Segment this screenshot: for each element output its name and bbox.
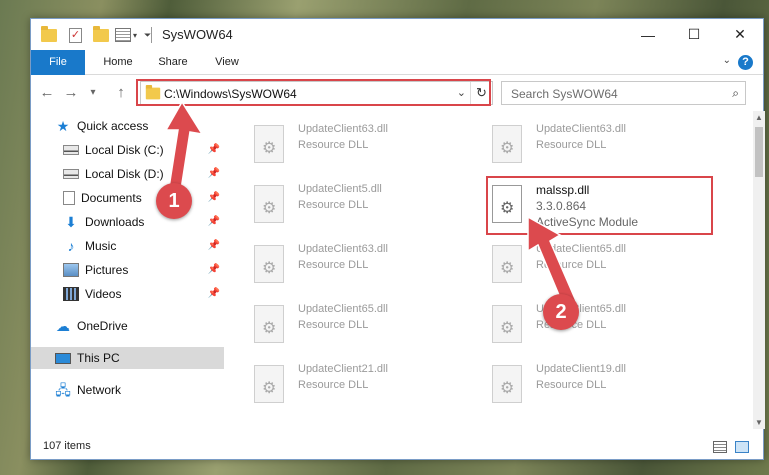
- pictures-icon: [63, 263, 79, 277]
- quick-access-dropdown-icon[interactable]: ▾: [133, 25, 137, 45]
- pin-icon[interactable]: 📌: [208, 216, 220, 227]
- sidebar-item-videos[interactable]: Videos 📌: [31, 283, 224, 305]
- pin-icon[interactable]: 📌: [208, 240, 220, 251]
- network-icon: 🖧: [55, 382, 71, 398]
- scroll-down-icon[interactable]: ▼: [753, 418, 765, 427]
- expand-ribbon-icon[interactable]: ⌄: [723, 55, 731, 66]
- details-view-icon[interactable]: [713, 441, 727, 453]
- sidebar-item-label: Downloads: [85, 215, 145, 229]
- file-name: UpdateClient63.dll: [298, 243, 388, 255]
- file-name: UpdateClient19.dll: [536, 363, 626, 375]
- forward-button[interactable]: →: [61, 82, 81, 104]
- sidebar-item-onedrive[interactable]: ☁ OneDrive: [31, 315, 224, 337]
- folder-icon: [41, 25, 57, 45]
- disk-icon: [63, 169, 79, 179]
- close-button[interactable]: ✕: [717, 19, 763, 50]
- documents-icon: [63, 191, 75, 205]
- download-icon: ⬇: [65, 214, 77, 230]
- sidebar-item-label: Music: [85, 239, 117, 253]
- dll-file-icon: ⚙: [492, 365, 522, 403]
- file-item[interactable]: ⚙ UpdateClient5.dll Resource DLL: [224, 179, 454, 235]
- recent-locations-button[interactable]: ▾: [83, 82, 103, 104]
- sidebar-item-downloads[interactable]: ⬇ Downloads 📌: [31, 211, 224, 233]
- vertical-scrollbar[interactable]: ▲ ▼: [753, 111, 765, 429]
- search-input[interactable]: Search SysWOW64: [511, 87, 618, 101]
- file-name: UpdateClient21.dll: [298, 363, 388, 375]
- sidebar-item-network[interactable]: 🖧 Network: [31, 379, 224, 401]
- tab-file[interactable]: File: [31, 50, 85, 75]
- sidebar-item-label: OneDrive: [77, 319, 128, 333]
- file-name: UpdateClient65.dll: [298, 303, 388, 315]
- minimize-button[interactable]: —: [625, 19, 671, 50]
- large-icons-view-icon[interactable]: [735, 441, 749, 453]
- sidebar-item-label: Documents: [81, 191, 142, 205]
- dll-file-icon: ⚙: [492, 245, 522, 283]
- file-name: UpdateClient5.dll: [298, 183, 382, 195]
- dll-file-icon: ⚙: [492, 305, 522, 343]
- file-type: Resource DLL: [298, 379, 369, 391]
- properties-check-icon[interactable]: ✓: [69, 25, 82, 45]
- sidebar-item-pictures[interactable]: Pictures 📌: [31, 259, 224, 281]
- file-item[interactable]: ⚙ UpdateClient65.dll Resource DLL: [224, 299, 454, 355]
- file-type: Resource DLL: [298, 319, 369, 331]
- tab-share[interactable]: Share: [149, 50, 197, 75]
- file-item[interactable]: ⚙ UpdateClient19.dll Resource DLL: [462, 359, 692, 415]
- sidebar-item-label: Pictures: [85, 263, 129, 277]
- back-button[interactable]: ←: [37, 82, 57, 104]
- music-icon: ♪: [67, 238, 75, 254]
- dll-file-icon: ⚙: [492, 125, 522, 163]
- file-type: Resource DLL: [298, 259, 369, 271]
- file-name: UpdateClient63.dll: [536, 123, 626, 135]
- sidebar-item-music[interactable]: ♪ Music 📌: [31, 235, 224, 257]
- dll-file-icon: ⚙: [254, 245, 284, 283]
- sidebar-item-label: Network: [77, 383, 122, 397]
- star-icon: ★: [56, 118, 70, 134]
- help-icon[interactable]: ?: [738, 55, 753, 70]
- file-list: ⚙ UpdateClient63.dll Resource DLL ⚙ Upda…: [224, 111, 754, 429]
- search-box[interactable]: Search SysWOW64 ⌕: [501, 81, 746, 105]
- dll-file-icon: ⚙: [254, 185, 284, 223]
- ribbon: File Home Share View ⌄ ?: [31, 50, 763, 75]
- file-item[interactable]: ⚙ UpdateClient63.dll Resource DLL: [462, 119, 692, 175]
- computer-icon: [55, 352, 71, 364]
- cloud-icon: ☁: [56, 318, 70, 334]
- file-item[interactable]: ⚙ UpdateClient21.dll Resource DLL: [224, 359, 454, 415]
- window-title: SysWOW64: [162, 27, 233, 42]
- title-separator: [151, 27, 152, 43]
- new-folder-icon[interactable]: [93, 25, 109, 45]
- tab-view[interactable]: View: [205, 50, 249, 75]
- file-type: Resource DLL: [536, 379, 607, 391]
- status-bar: 107 items: [31, 429, 763, 460]
- sidebar-item-this-pc[interactable]: This PC: [31, 347, 224, 369]
- file-type: Resource DLL: [298, 139, 369, 151]
- tab-home[interactable]: Home: [93, 50, 143, 75]
- file-type: Resource DLL: [298, 199, 369, 211]
- title-bar: ✓ ▾ ⏷ SysWOW64 — ☐ ✕: [31, 19, 763, 50]
- sidebar-item-label: Quick access: [77, 119, 149, 133]
- disk-icon: [63, 145, 79, 155]
- videos-icon: [63, 287, 79, 301]
- maximize-button[interactable]: ☐: [671, 19, 717, 50]
- properties-icon[interactable]: [115, 25, 131, 45]
- item-count: 107 items: [43, 440, 91, 452]
- step-2-badge: 2: [543, 294, 579, 330]
- sidebar-item-label: This PC: [77, 351, 120, 365]
- scrollbar-thumb[interactable]: [755, 127, 763, 177]
- pin-icon[interactable]: 📌: [208, 264, 220, 275]
- scroll-up-icon[interactable]: ▲: [753, 113, 765, 122]
- dll-file-icon: ⚙: [254, 305, 284, 343]
- pin-icon[interactable]: 📌: [208, 288, 220, 299]
- dll-file-icon: ⚙: [254, 125, 284, 163]
- search-icon[interactable]: ⌕: [732, 86, 739, 101]
- dll-file-icon: ⚙: [254, 365, 284, 403]
- file-item[interactable]: ⚙ UpdateClient63.dll Resource DLL: [224, 119, 454, 175]
- step-1-badge: 1: [156, 183, 192, 219]
- file-name: UpdateClient63.dll: [298, 123, 388, 135]
- sidebar-item-label: Videos: [85, 287, 122, 301]
- file-type: Resource DLL: [536, 139, 607, 151]
- file-item[interactable]: ⚙ UpdateClient63.dll Resource DLL: [224, 239, 454, 295]
- up-button[interactable]: ↑: [111, 82, 131, 104]
